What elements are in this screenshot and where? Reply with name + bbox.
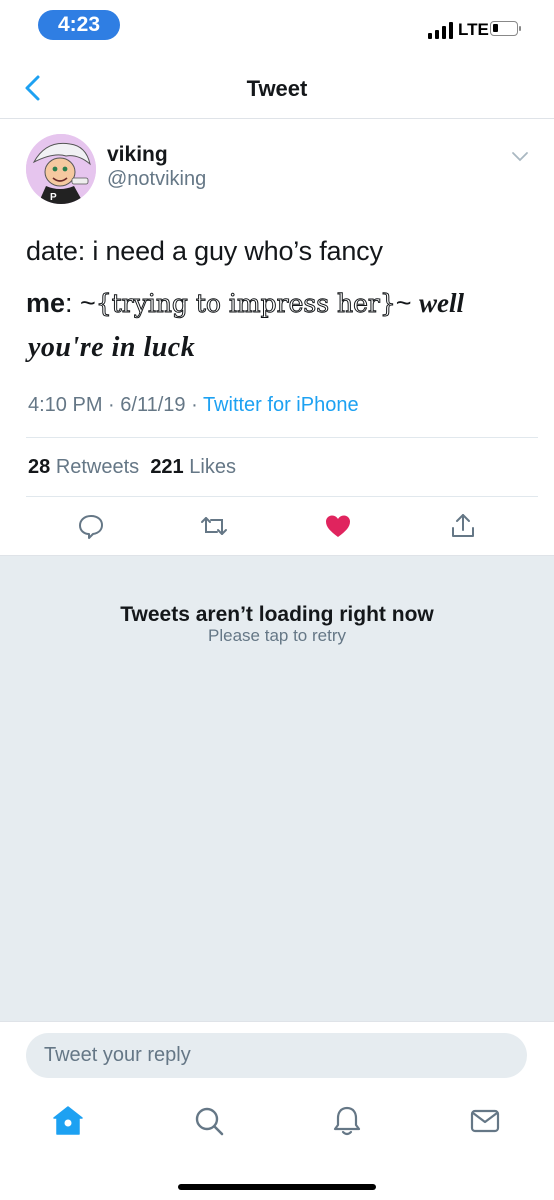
tweet-text-fancy: {trying to impress her}: [95, 289, 396, 319]
display-name[interactable]: viking: [107, 143, 168, 167]
avatar[interactable]: P: [26, 134, 96, 204]
tweet-text-me: me: [26, 288, 66, 318]
home-icon[interactable]: [51, 1104, 85, 1138]
like-heart-icon[interactable]: [324, 512, 352, 540]
timeline-area[interactable]: Tweets aren’t loading right now Please t…: [0, 555, 554, 1021]
timeline-error-title: Tweets aren’t loading right now: [120, 603, 434, 626]
home-indicator[interactable]: [178, 1184, 376, 1190]
retweet-icon[interactable]: [200, 512, 228, 540]
svg-text:P: P: [50, 192, 57, 203]
retry-text[interactable]: Please tap to retry: [0, 626, 554, 646]
divider: [26, 437, 538, 438]
tab-bar: [0, 1092, 554, 1162]
retweets-stat[interactable]: 28 Retweets: [28, 456, 139, 478]
reply-icon[interactable]: [77, 512, 105, 540]
likes-label: Likes: [189, 456, 236, 478]
reply-bar: Tweet your reply: [0, 1021, 554, 1092]
retweets-count: 28: [28, 456, 51, 478]
messages-envelope-icon[interactable]: [468, 1104, 502, 1138]
chevron-down-icon[interactable]: [510, 150, 530, 164]
notifications-bell-icon[interactable]: [330, 1104, 364, 1138]
tweet-stats: 28 Retweets 221 Likes: [28, 456, 236, 479]
tweet-text-line-1: date: i need a guy who’s fancy: [26, 236, 383, 266]
tweet-text-line-2: me: ~{trying to impress her}~ well: [26, 288, 464, 319]
status-time[interactable]: 4:23: [38, 10, 120, 40]
tweet-text-line-3: you're in luck: [28, 332, 196, 363]
battery-icon: [490, 21, 521, 36]
search-icon[interactable]: [192, 1104, 226, 1138]
divider: [26, 496, 538, 497]
page-title: Tweet: [246, 76, 308, 101]
user-handle[interactable]: @notviking: [107, 168, 206, 191]
retweets-label: Retweets: [55, 456, 140, 478]
likes-count: 221: [150, 456, 184, 478]
tweet-actions: [0, 500, 554, 554]
status-bar: 4:23 LTE: [0, 0, 554, 52]
tweet-text-bold-italic: well: [419, 288, 465, 318]
tweet-date: 6/11/19: [120, 394, 186, 416]
network-label: LTE: [458, 20, 489, 39]
tweet-text-colon: : ~: [65, 288, 96, 318]
share-icon[interactable]: [449, 512, 477, 540]
reply-input[interactable]: Tweet your reply: [26, 1033, 527, 1078]
nav-bar: Tweet: [0, 58, 554, 119]
tweet-meta: 4:10 PM · 6/11/19 · Twitter for iPhone: [28, 394, 359, 416]
avatar-illustration-icon: P: [26, 134, 96, 204]
tweet-text-tilde: ~: [395, 288, 420, 318]
signal-icon: [428, 22, 454, 39]
tweet-time: 4:10 PM: [28, 394, 103, 416]
likes-stat[interactable]: 221 Likes: [150, 456, 236, 478]
tweet-source-link[interactable]: Twitter for iPhone: [203, 394, 359, 416]
